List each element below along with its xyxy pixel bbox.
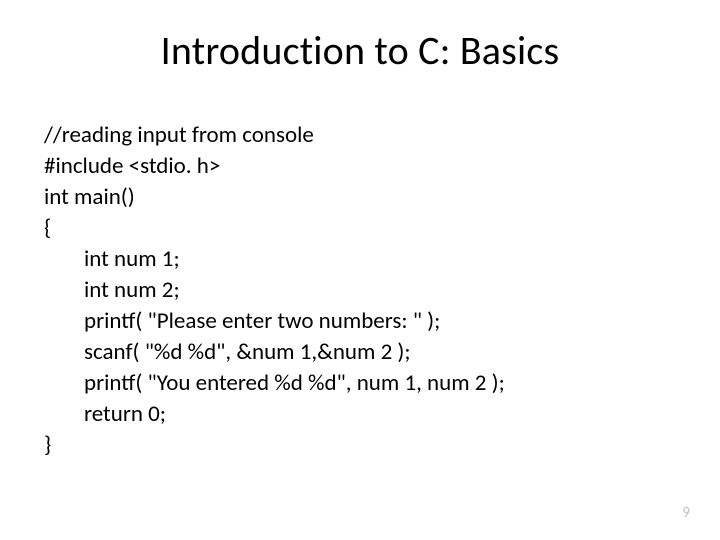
code-line: //reading input from console: [44, 120, 676, 151]
code-block: //reading input from console #include <s…: [44, 120, 676, 462]
code-line: {: [44, 213, 676, 244]
code-line: int num 1;: [44, 244, 676, 275]
code-line: scanf( "%d %d", &num 1,&num 2 );: [44, 337, 676, 368]
code-line: int num 2;: [44, 275, 676, 306]
code-line: #include <stdio. h>: [44, 151, 676, 182]
slide-title: Introduction to C: Basics: [0, 26, 720, 75]
code-line: int main(): [44, 182, 676, 213]
slide: Introduction to C: Basics //reading inpu…: [0, 0, 720, 540]
code-line: printf( "You entered %d %d", num 1, num …: [44, 368, 676, 399]
page-number: 9: [682, 504, 690, 522]
code-line: return 0;: [44, 399, 676, 430]
code-line: printf( "Please enter two numbers: " );: [44, 306, 676, 337]
code-line: }: [44, 430, 676, 461]
